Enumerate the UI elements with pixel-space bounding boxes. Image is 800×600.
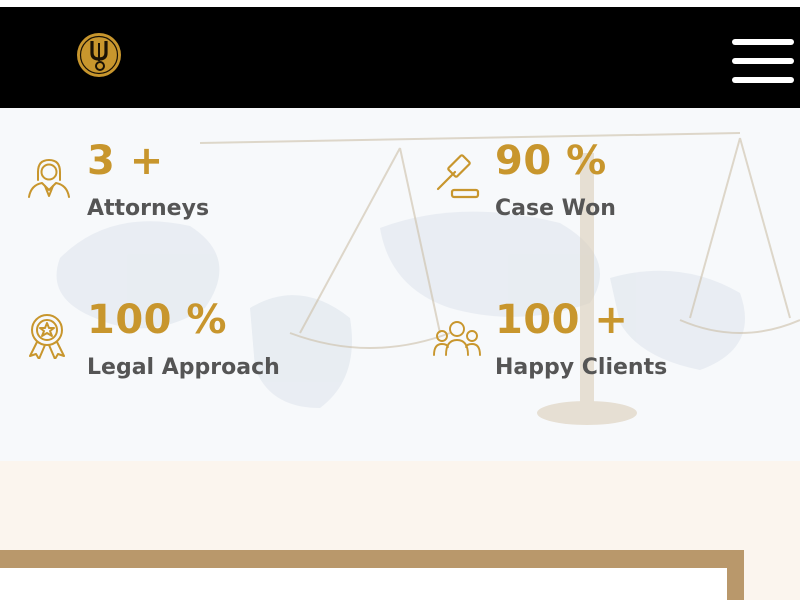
stat-label: Legal Approach [87,355,280,380]
gavel-icon [436,154,480,199]
stat-value: 90 % [495,138,607,184]
stat-label: Happy Clients [495,355,668,380]
stat-label: Case Won [495,196,616,221]
frame-inner-panel [0,568,727,600]
stat-value: 100 % [87,297,227,343]
menu-bar-top [732,39,794,45]
site-header [0,7,800,108]
stat-label: Attorneys [87,196,210,221]
clients-group-icon [433,321,481,356]
attorney-icon [28,159,70,198]
award-badge-icon [29,314,65,359]
hamburger-menu-button[interactable] [728,37,798,89]
menu-bar-middle [732,58,794,64]
law-firm-logo-icon[interactable] [75,31,123,79]
menu-bar-bottom [732,77,794,83]
stat-value: 100 + [495,297,629,343]
top-strip [0,0,800,7]
stats-section: 3 + Attorneys 90 % Case Won 100 % Legal … [0,108,800,461]
stat-value: 3 + [87,138,164,184]
